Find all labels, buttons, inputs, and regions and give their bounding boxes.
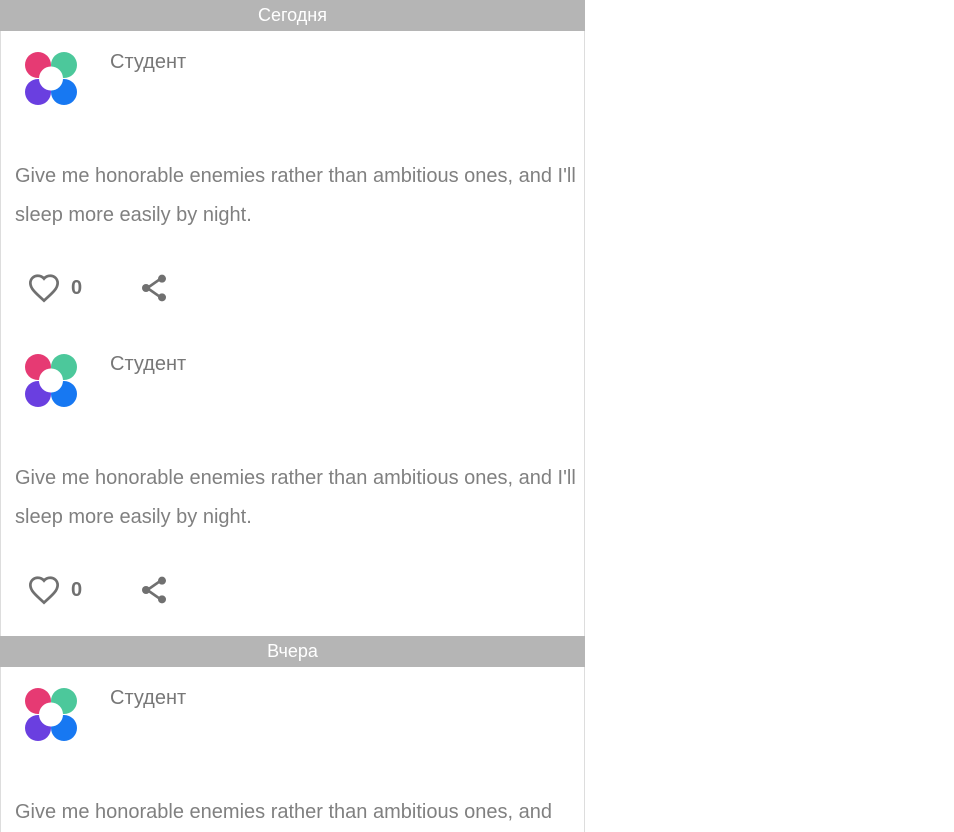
share-button[interactable] [138,574,170,606]
heart-outline-icon [28,576,60,605]
post-text: Give me honorable enemies rather than am… [15,165,576,226]
post-author: Студент [110,687,187,709]
share-icon [142,274,167,302]
app-logo-icon [25,52,77,105]
share-icon [142,576,167,604]
share-button[interactable] [138,272,170,304]
post-author: Студент [110,353,187,375]
like-count: 0 [71,276,83,299]
like-count: 0 [71,578,83,601]
post-author: Студент [110,51,187,73]
post-card[interactable]: Студент Give me honorable enemies rather… [0,333,585,636]
post-text: Give me honorable enemies rather than am… [15,467,576,528]
post-card[interactable]: Студент Give me honorable enemies rather… [0,667,585,832]
section-header-today: Сегодня [0,0,585,31]
app-logo-icon [25,354,77,407]
app-logo-icon [25,688,77,741]
post-actions: 0 [27,573,170,607]
feed-list[interactable]: Сегодня Студент Give me honorable enemie… [0,0,585,832]
post-actions: 0 [27,271,170,305]
heart-outline-icon [28,274,60,303]
like-button[interactable]: 0 [27,575,82,605]
like-button[interactable]: 0 [27,273,82,303]
post-text: Give me honorable enemies rather than am… [15,801,552,823]
section-header-yesterday: Вчера [0,636,585,667]
post-card[interactable]: Студент Give me honorable enemies rather… [0,31,585,333]
